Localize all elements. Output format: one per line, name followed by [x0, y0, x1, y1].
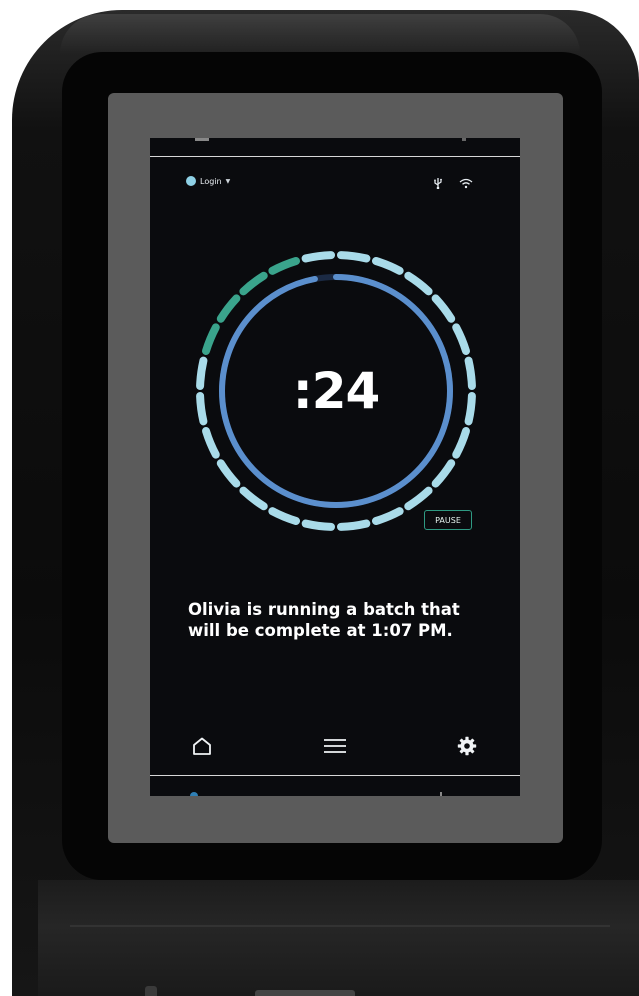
message-line: Olivia is running a batch that — [188, 600, 460, 619]
login-menu[interactable]: Login ▼ — [186, 176, 230, 186]
screen-divider-bottom — [150, 775, 520, 776]
batch-status-message: Olivia is running a batch that will be c… — [188, 599, 488, 641]
device-foot — [255, 990, 355, 996]
device-base — [38, 880, 639, 996]
device-top-highlight — [60, 14, 580, 54]
home-button[interactable] — [187, 733, 217, 763]
screen-divider-top — [150, 156, 520, 157]
previous-screen-sliver — [462, 138, 466, 141]
product-photo: Login ▼:24 PAUSE Olivia is running a ba… — [0, 0, 639, 996]
status-icons — [433, 174, 473, 193]
user-status-dot — [186, 176, 196, 186]
pause-button[interactable]: PAUSE — [424, 510, 472, 530]
previous-screen-sliver — [195, 138, 209, 141]
settings-button[interactable] — [452, 733, 482, 763]
usb-icon — [433, 174, 443, 193]
batch-timer: :24 — [188, 243, 484, 539]
menu-icon — [323, 738, 347, 758]
settings-gear-icon — [457, 736, 477, 760]
device-foot — [145, 986, 157, 996]
menu-button[interactable] — [320, 733, 350, 763]
next-screen-sliver — [190, 792, 198, 796]
bottom-nav — [150, 733, 520, 763]
login-label: Login — [200, 176, 222, 186]
message-line: will be complete at 1:07 PM. — [188, 621, 453, 640]
home-icon — [192, 737, 212, 759]
wifi-icon — [459, 174, 473, 193]
device-base-seam — [70, 925, 610, 927]
touch-screen: Login ▼:24 PAUSE Olivia is running a ba… — [150, 138, 520, 796]
next-screen-sliver — [440, 792, 442, 796]
chevron-down-icon: ▼ — [225, 177, 231, 185]
timer-readout: :24 — [292, 362, 381, 420]
